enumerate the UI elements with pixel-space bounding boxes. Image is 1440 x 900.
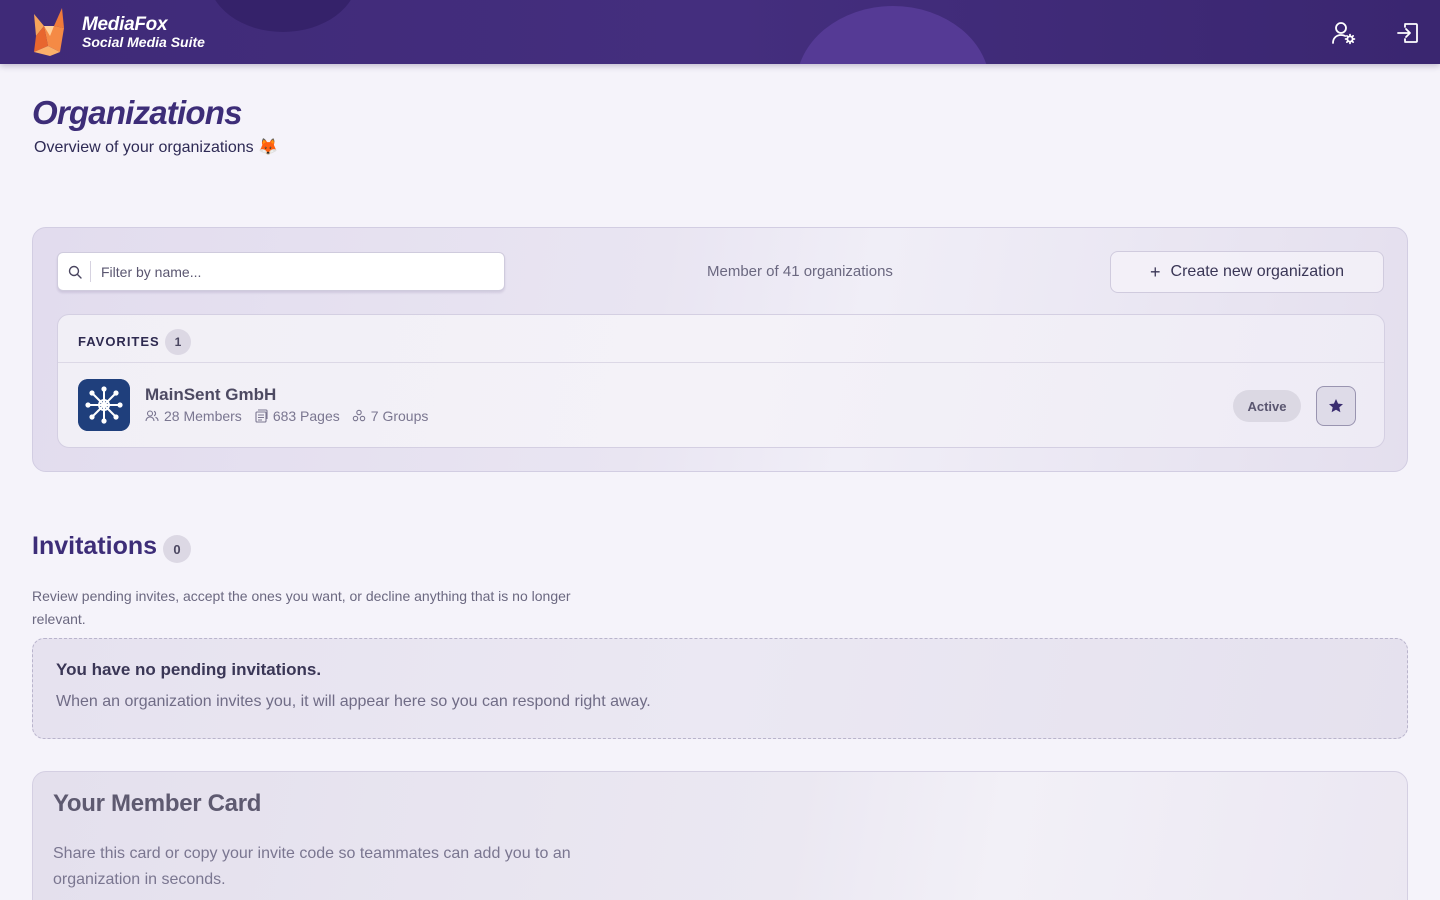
- members-meta: 28 Members: [145, 408, 242, 424]
- favorite-toggle-button[interactable]: [1316, 386, 1356, 426]
- groups-meta: 7 Groups: [352, 408, 429, 424]
- organization-name: MainSent GmbH: [145, 385, 277, 404]
- invitations-count-badge: 0: [163, 535, 191, 563]
- favorites-header: FAVORITES 1: [58, 315, 1384, 363]
- favorites-card: FAVORITES 1 MainSent GmbH 28 Members 683…: [57, 314, 1385, 448]
- header-decoration: [208, 0, 358, 32]
- page-subtitle: Overview of your organizations 🦊: [34, 139, 279, 156]
- empty-state-title: You have no pending invitations.: [56, 660, 322, 679]
- empty-state-text: When an organization invites you, it wil…: [56, 693, 651, 710]
- pages-count: 683 Pages: [272, 408, 340, 424]
- filter-input[interactable]: [101, 261, 491, 283]
- invitations-empty-state: You have no pending invitations. When an…: [32, 638, 1408, 739]
- organization-meta: 28 Members 683 Pages 7 Groups: [145, 408, 428, 424]
- create-organization-button[interactable]: + Create new organization: [1110, 251, 1384, 293]
- logout-icon[interactable]: [1395, 20, 1421, 46]
- search-icon: [68, 265, 82, 279]
- invitations-description: Review pending invites, accept the ones …: [32, 588, 571, 627]
- member-card-title: Your Member Card: [53, 790, 262, 817]
- page-title: Organizations: [32, 94, 242, 131]
- groups-count: 7 Groups: [370, 408, 429, 424]
- pages-icon: [255, 409, 268, 423]
- create-organization-label: Create new organization: [1170, 263, 1344, 280]
- member-card-description: Share this card or copy your invite code…: [53, 845, 571, 888]
- favorites-label: FAVORITES: [78, 334, 160, 349]
- favorites-count-badge: 1: [165, 329, 191, 355]
- groups-icon: [352, 409, 366, 422]
- members-icon: [145, 410, 159, 422]
- members-count: 28 Members: [164, 408, 242, 424]
- member-card: Your Member Card Share this card or copy…: [32, 771, 1408, 900]
- status-badge: Active: [1233, 390, 1301, 422]
- user-settings-icon[interactable]: [1331, 20, 1357, 46]
- pages-meta: 683 Pages: [254, 408, 340, 424]
- search-separator: [90, 261, 91, 282]
- star-icon: [1329, 399, 1343, 413]
- organizations-panel: Member of 41 organizations + Create new …: [32, 227, 1408, 472]
- member-count-text: Member of 41 organizations: [707, 263, 893, 280]
- plus-icon: +: [1150, 262, 1161, 282]
- brand-title: MediaFox: [82, 14, 168, 35]
- top-bar: MediaFox Social Media Suite: [0, 0, 1440, 64]
- invitations-title: Invitations: [32, 532, 158, 560]
- mediafox-logo-icon[interactable]: [30, 6, 66, 58]
- header-decoration: [796, 6, 990, 64]
- organization-row[interactable]: MainSent GmbH 28 Members 683 Pages 7 Gro…: [58, 363, 1384, 447]
- brand-subtitle: Social Media Suite: [82, 34, 205, 50]
- organization-logo: [78, 379, 130, 431]
- search-box: [57, 252, 505, 291]
